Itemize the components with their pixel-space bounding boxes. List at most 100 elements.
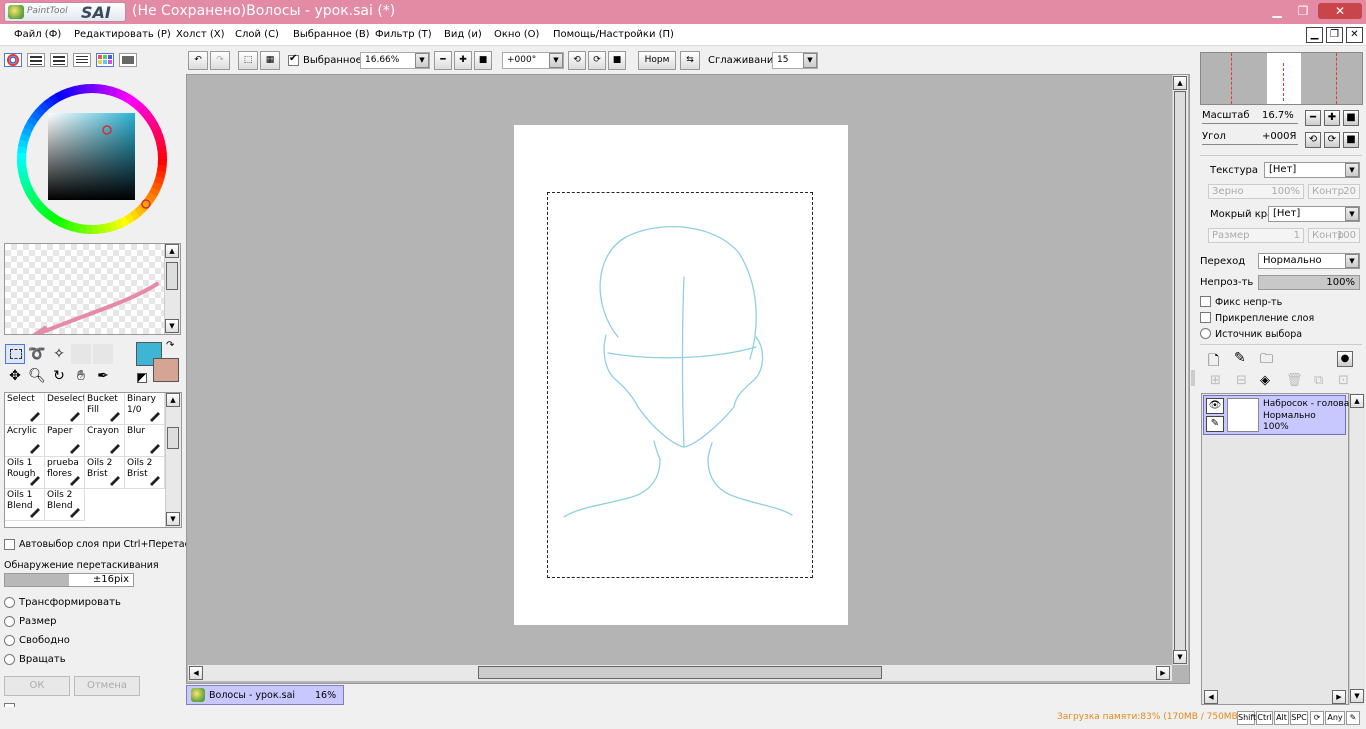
scroll-down-arrow[interactable]: ▼ — [1173, 650, 1187, 664]
secondary-color-swatch[interactable] — [153, 358, 179, 382]
grain-field[interactable]: Зерно 100% — [1208, 184, 1304, 199]
opacity-slider[interactable]: 100% — [1258, 275, 1360, 290]
scroll-down-arrow[interactable]: ▼ — [165, 319, 179, 333]
menu-window[interactable]: Окно (О) — [494, 29, 539, 40]
color-wheel[interactable] — [8, 75, 176, 243]
scroll-left-arrow[interactable]: ◀ — [1204, 690, 1218, 704]
selection-checkbox[interactable]: ✔ — [288, 53, 299, 66]
brush-grid-scrollbar[interactable]: ▲ ▼ — [165, 393, 181, 527]
menu-layer[interactable]: Слой (С) — [235, 29, 279, 40]
invert-selection-button[interactable]: ▦ — [260, 51, 280, 70]
flatten-button[interactable]: ⊡ — [1338, 373, 1349, 388]
free-transform-radio[interactable] — [4, 635, 15, 646]
transfer-down-button[interactable]: ⊞ — [1210, 373, 1221, 388]
smoothing-field[interactable]: 15 ▼ — [772, 52, 818, 69]
canvas-horizontal-scrollbar[interactable]: ◀ ▶ — [188, 665, 1172, 681]
texture-contrast-field[interactable]: Контр 20 — [1308, 184, 1360, 199]
rotation-reset-button[interactable]: ■ — [608, 51, 626, 70]
new-folder-button[interactable]: 🗀︎ — [1260, 350, 1273, 372]
brush-slot[interactable]: Crayon — [85, 425, 125, 457]
magic-wand-tool[interactable]: ✧ — [49, 344, 69, 364]
brush-slot[interactable]: Oils 1 Rough — [5, 457, 45, 489]
zoom-out-button[interactable]: ━ — [434, 51, 452, 70]
rotate-ccw-button[interactable]: ⟲ — [568, 51, 586, 70]
menu-selection[interactable]: Выбранное (В) — [293, 29, 370, 40]
panel-splitter-handle[interactable] — [1191, 370, 1195, 386]
selection-source-radio[interactable] — [1200, 328, 1211, 339]
nav-zoom-reset-button[interactable]: ■ — [1343, 110, 1359, 126]
blend-mode-dropdown-arrow[interactable]: ▼ — [1345, 254, 1359, 268]
rotate-radio[interactable] — [4, 654, 15, 665]
clear-layer-button[interactable]: ◈ — [1260, 373, 1270, 388]
nav-zoom-in-button[interactable]: ✚ — [1324, 110, 1340, 126]
layer-list-scrollbar[interactable]: ▲ ▼ — [1349, 393, 1365, 705]
redo-button[interactable]: ↷ — [210, 51, 230, 70]
rgb-sliders-button[interactable] — [27, 53, 45, 67]
layer-mask-button[interactable]: ● — [1337, 351, 1353, 367]
eyedropper-tool[interactable]: ✒ — [93, 366, 113, 386]
brush-slot[interactable]: Bucket Fill — [85, 393, 125, 425]
wet-edge-select[interactable]: [Нет] ▼ — [1268, 206, 1360, 222]
nav-rotate-reset-button[interactable]: ■ — [1343, 132, 1359, 148]
scratchpad-scrollbar[interactable]: ▲ ▼ — [164, 244, 180, 334]
menu-help[interactable]: Помощь/Настройки (П) — [553, 29, 674, 40]
doc-minimize-button[interactable]: ▁ — [1306, 27, 1323, 43]
scroll-thumb[interactable] — [166, 262, 178, 290]
zoom-in-button[interactable]: ✚ — [454, 51, 472, 70]
deselect-button[interactable]: ⬚ — [238, 51, 258, 70]
rotation-field[interactable]: +000° ▼ — [502, 52, 564, 69]
menu-canvas[interactable]: Холст (Х) — [176, 29, 225, 40]
navigator-preview[interactable] — [1200, 52, 1363, 105]
brush-slot[interactable]: Binary 1/0 — [125, 393, 165, 425]
scroll-down-arrow[interactable]: ▼ — [1350, 689, 1364, 703]
new-linework-layer-button[interactable]: ✎ — [1234, 350, 1246, 366]
undo-button[interactable]: ↶ — [188, 51, 208, 70]
scroll-left-arrow[interactable]: ◀ — [189, 666, 203, 680]
hue-ring[interactable] — [8, 75, 176, 243]
menu-filter[interactable]: Фильтр (Т) — [375, 29, 432, 40]
drag-detection-slider[interactable]: ±16pix — [4, 573, 134, 587]
restore-button[interactable]: ❐ — [1292, 3, 1314, 19]
menu-view[interactable]: Вид (и) — [444, 29, 482, 40]
normal-view-button[interactable]: Норм — [638, 51, 676, 70]
wet-contrast-field[interactable]: Контр 100 — [1308, 228, 1360, 243]
close-window-button[interactable]: ✕ — [1318, 3, 1362, 19]
scroll-down-arrow[interactable]: ▼ — [166, 512, 180, 526]
brush-slot[interactable]: Oils 2 Blend — [45, 489, 85, 521]
flip-view-button[interactable]: ⇆ — [680, 51, 700, 70]
brush-slot[interactable]: Paper — [45, 425, 85, 457]
swatches-button[interactable] — [96, 53, 114, 67]
fix-opacity-checkbox[interactable] — [1200, 296, 1211, 307]
brush-slot[interactable]: Oils 2 Brist — [125, 457, 165, 489]
hand-tool[interactable]: ✋︎ — [71, 366, 91, 386]
zoom-dropdown-arrow[interactable]: ▼ — [415, 53, 429, 68]
rotate-cw-button[interactable]: ⟳ — [588, 51, 606, 70]
scroll-thumb[interactable] — [1174, 91, 1186, 653]
brush-slot[interactable]: Blur — [125, 425, 165, 457]
ok-button[interactable]: ОК — [4, 676, 70, 696]
color-mix-button[interactable] — [73, 53, 91, 67]
swap-colors-icon[interactable]: ↷ — [166, 340, 174, 351]
navigator-angle-slider[interactable] — [1202, 144, 1298, 145]
move-tool[interactable]: ✥ — [5, 366, 25, 386]
scroll-right-arrow[interactable]: ▶ — [1332, 690, 1346, 704]
minimize-button[interactable]: ▁ — [1266, 3, 1288, 19]
scroll-thumb[interactable] — [478, 666, 882, 679]
resize-radio[interactable] — [4, 616, 15, 627]
scroll-up-arrow[interactable]: ▲ — [165, 244, 179, 258]
menu-file[interactable]: Файл (Ф) — [14, 29, 61, 40]
lasso-tool[interactable]: ➰ — [27, 344, 47, 364]
texture-dropdown-arrow[interactable]: ▼ — [1345, 163, 1359, 177]
wet-edge-dropdown-arrow[interactable]: ▼ — [1345, 207, 1359, 221]
layer-visibility-toggle[interactable]: 👁︎ — [1206, 398, 1224, 414]
scroll-up-arrow[interactable]: ▲ — [1173, 76, 1187, 90]
zoom-reset-button[interactable]: ■ — [474, 51, 492, 70]
auto-select-checkbox[interactable] — [4, 539, 15, 550]
menu-edit[interactable]: Редактировать (Р) — [74, 29, 171, 40]
rotation-dropdown-arrow[interactable]: ▼ — [549, 53, 563, 68]
delete-layer-button[interactable]: 🗑︎ — [1286, 373, 1303, 388]
texture-select[interactable]: [Нет] ▼ — [1264, 162, 1360, 178]
cancel-button[interactable]: Отмена — [74, 676, 140, 696]
size-field[interactable]: Размер 1 — [1208, 228, 1304, 243]
nav-rotate-cw-button[interactable]: ⟳ — [1324, 132, 1340, 148]
